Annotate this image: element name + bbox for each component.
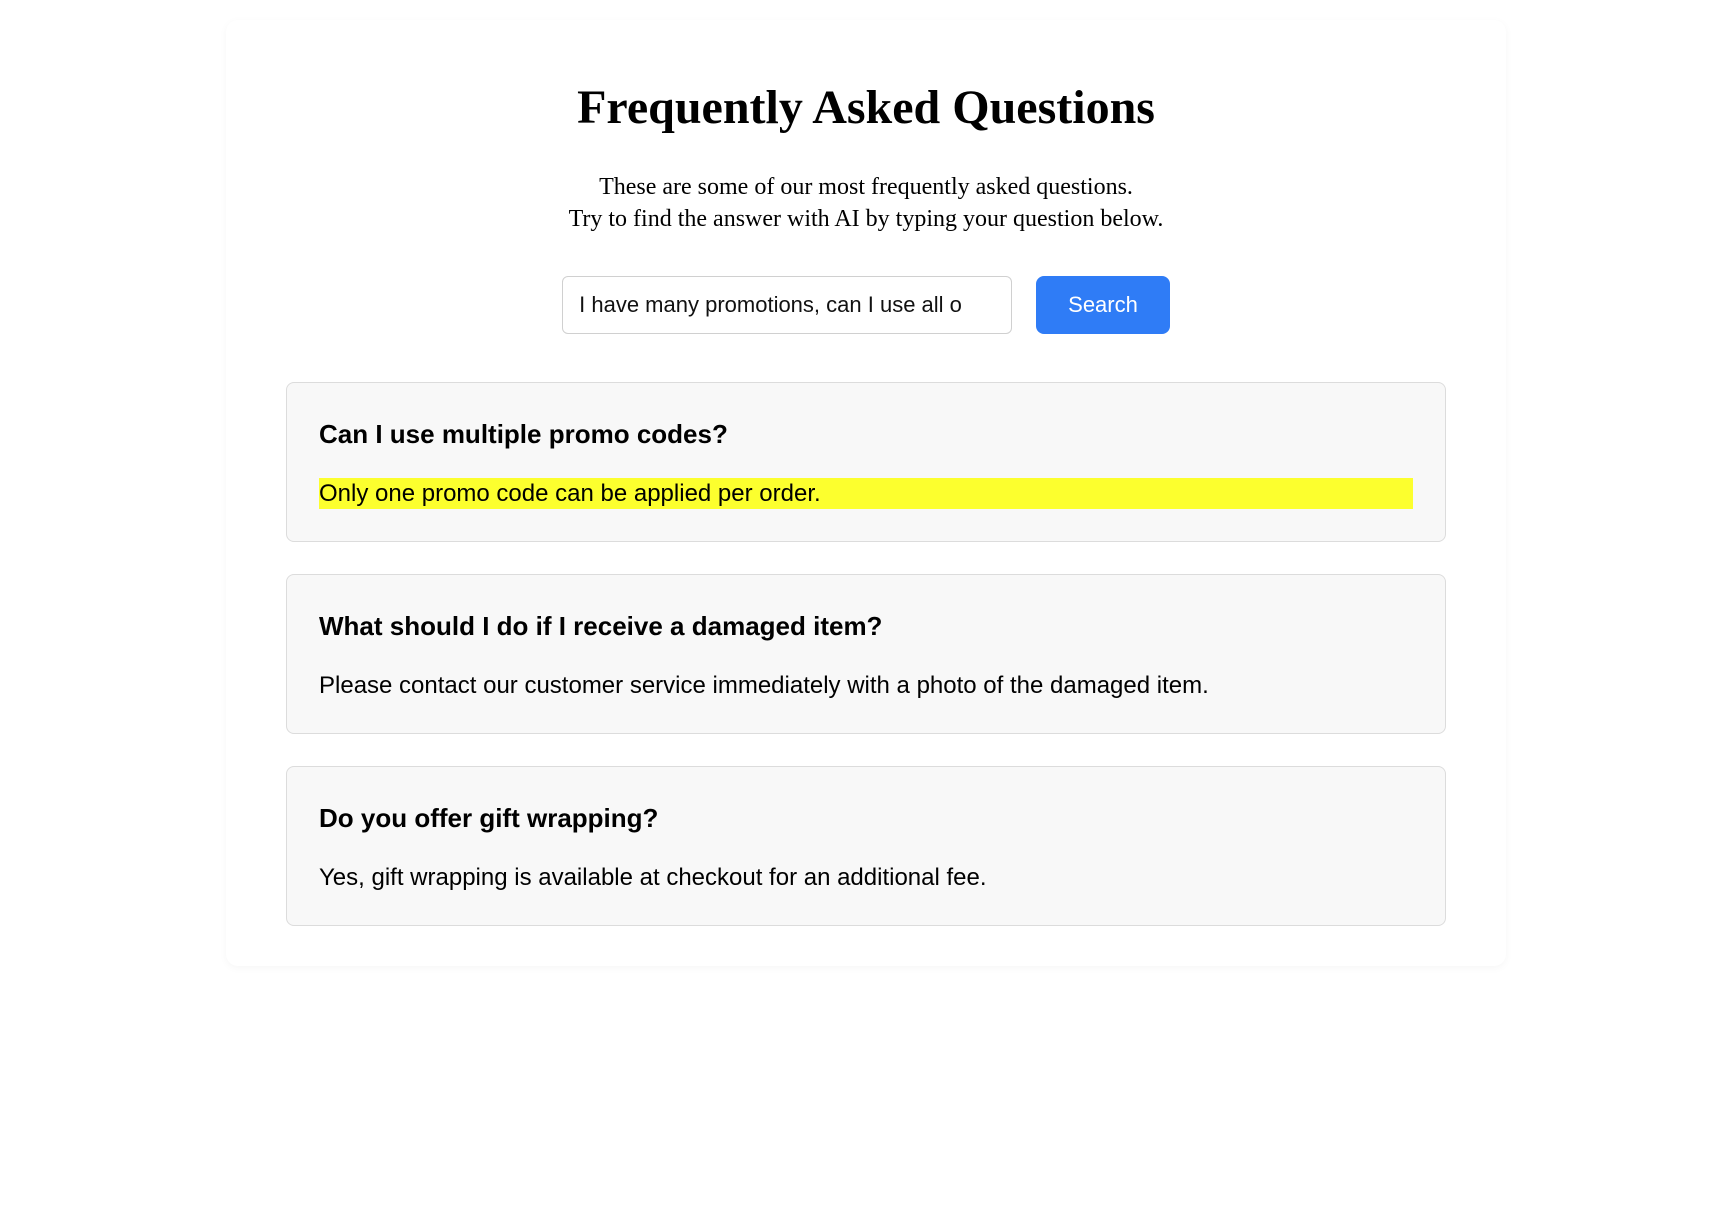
faq-answer-highlight: Only one promo code can be applied per o… bbox=[319, 478, 1413, 509]
faq-card: What should I do if I receive a damaged … bbox=[286, 574, 1446, 734]
page-title: Frequently Asked Questions bbox=[286, 80, 1446, 135]
faq-question: What should I do if I receive a damaged … bbox=[319, 611, 1413, 642]
faq-answer: Only one promo code can be applied per o… bbox=[319, 478, 1413, 509]
search-button[interactable]: Search bbox=[1036, 276, 1170, 334]
faq-answer: Yes, gift wrapping is available at check… bbox=[319, 862, 1413, 893]
faq-question: Do you offer gift wrapping? bbox=[319, 803, 1413, 834]
faq-card: Can I use multiple promo codes? Only one… bbox=[286, 382, 1446, 542]
search-input[interactable] bbox=[562, 276, 1012, 334]
faq-question: Can I use multiple promo codes? bbox=[319, 419, 1413, 450]
faq-list: Can I use multiple promo codes? Only one… bbox=[286, 382, 1446, 927]
subtitle-line-1: These are some of our most frequently as… bbox=[599, 174, 1133, 200]
faq-page: Frequently Asked Questions These are som… bbox=[226, 20, 1506, 966]
faq-answer: Please contact our customer service imme… bbox=[319, 670, 1413, 701]
faq-card: Do you offer gift wrapping? Yes, gift wr… bbox=[286, 766, 1446, 926]
search-row: Search bbox=[286, 276, 1446, 334]
page-subtitle: These are some of our most frequently as… bbox=[286, 171, 1446, 236]
subtitle-line-2: Try to find the answer with AI by typing… bbox=[569, 206, 1164, 232]
